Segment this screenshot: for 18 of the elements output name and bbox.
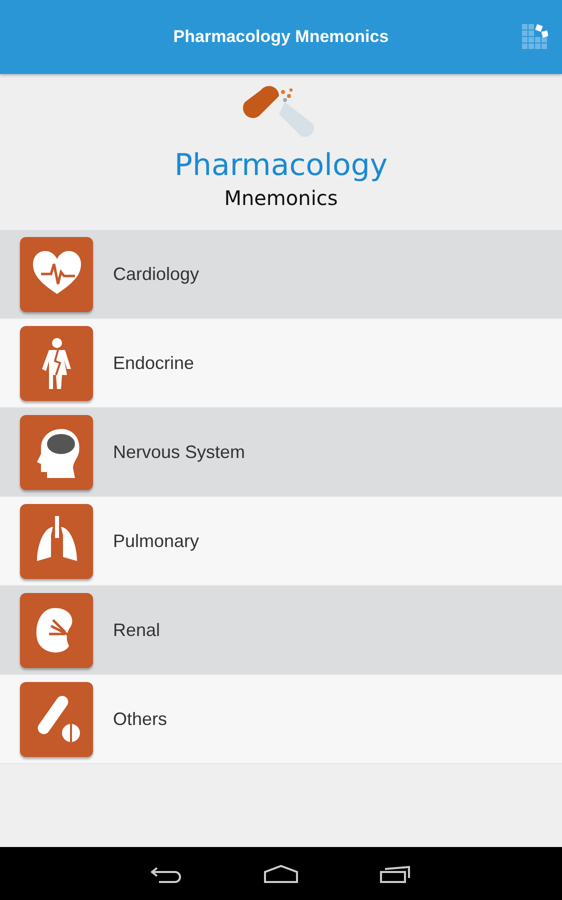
category-label: Cardiology — [113, 264, 200, 284]
category-item[interactable]: Endocrine — [0, 319, 562, 408]
category-label: Nervous System — [113, 442, 246, 462]
app-title: Pharmacology Mnemonics — [173, 27, 389, 47]
logo-title: Pharmacology — [174, 148, 388, 184]
logo-subtitle: Mnemonics — [224, 185, 338, 212]
category-label: Endocrine — [113, 352, 194, 374]
grid-menu-icon[interactable] — [522, 24, 548, 50]
category-label: Renal — [113, 620, 160, 640]
category-item[interactable]: Nervous System — [0, 408, 562, 497]
category-label: Others — [113, 708, 168, 730]
category-item[interactable]: Cardiology — [0, 230, 562, 319]
home-icon[interactable] — [263, 864, 299, 884]
category-item[interactable]: Pulmonary — [0, 497, 562, 586]
recent-apps-icon[interactable] — [379, 864, 413, 884]
category-item[interactable]: Others — [0, 675, 562, 764]
category-label: Pulmonary — [113, 530, 200, 552]
category-item[interactable]: Renal — [0, 586, 562, 675]
